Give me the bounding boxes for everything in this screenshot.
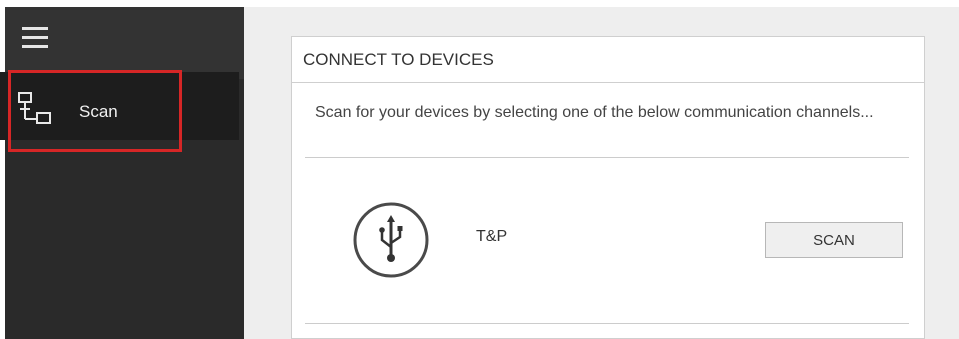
panel-title: CONNECT TO DEVICES xyxy=(303,50,494,69)
scan-button[interactable]: SCAN xyxy=(765,222,903,258)
highlight-annotation-box xyxy=(8,70,182,152)
divider xyxy=(305,157,909,158)
divider xyxy=(305,323,909,324)
usb-icon xyxy=(353,202,429,278)
channel-name: T&P xyxy=(476,228,508,245)
hamburger-menu-icon[interactable] xyxy=(22,27,48,49)
panel-description: Scan for your devices by selecting one o… xyxy=(315,104,874,121)
app-window: Scan CONNECT TO DEVICES Scan for your de… xyxy=(0,0,959,339)
divider xyxy=(292,82,924,83)
sidebar xyxy=(5,7,244,339)
